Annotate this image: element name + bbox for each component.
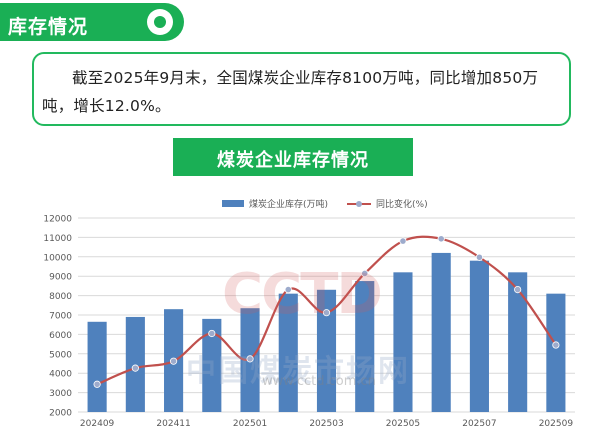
bar <box>546 293 566 412</box>
yoy-point <box>93 380 101 388</box>
bar <box>393 272 413 412</box>
yoy-point <box>552 341 560 349</box>
legend-swatch-bar <box>222 200 244 207</box>
y-tick-label: 8000 <box>49 292 72 302</box>
bar <box>87 321 107 412</box>
x-tick-label: 202505 <box>386 419 420 429</box>
y-tick-label: 2000 <box>49 409 72 419</box>
legend-label-inventory: 煤炭企业库存(万吨) <box>249 198 328 210</box>
x-tick-label: 202509 <box>539 419 574 429</box>
bar <box>508 272 528 412</box>
yoy-point <box>475 253 484 261</box>
yoy-point <box>169 357 178 365</box>
watermark-url: www.cctd.com.cn <box>262 374 376 389</box>
bar <box>469 260 489 412</box>
x-tick-label: 202409 <box>80 419 115 429</box>
yoy-point <box>437 235 445 243</box>
x-tick-label: 202507 <box>462 419 496 429</box>
y-tick-label: 5000 <box>49 350 72 360</box>
chart-title-banner: 煤炭企业库存情况 <box>173 138 413 176</box>
x-tick-label: 202501 <box>233 419 267 429</box>
yoy-point <box>131 364 139 372</box>
section-header-banner: 库存情况 <box>0 3 184 41</box>
y-tick-label: 7000 <box>49 312 72 322</box>
yoy-point <box>208 329 216 338</box>
y-tick-label: 9000 <box>49 273 72 283</box>
x-tick-label: 202411 <box>156 419 190 429</box>
summary-box: 截至2025年9月末，全国煤炭企业库存8100万吨，同比增加850万吨，增长12… <box>32 52 571 126</box>
header-circle-icon <box>147 9 173 35</box>
chart-title: 煤炭企业库存情况 <box>217 150 369 171</box>
watermark-logo: CCTD <box>222 262 383 327</box>
bar <box>125 316 145 412</box>
y-tick-label: 10000 <box>43 253 72 263</box>
legend-label-yoy: 同比变化(%) <box>376 198 428 210</box>
summary-text: 截至2025年9月末，全国煤炭企业库存8100万吨，同比增加850万吨，增长12… <box>42 69 539 115</box>
y-tick-label: 6000 <box>49 331 72 341</box>
y-tick-label: 4000 <box>49 370 72 380</box>
yoy-point <box>514 285 522 294</box>
bar <box>431 252 451 412</box>
x-tick-label: 202503 <box>309 419 343 429</box>
legend-marker <box>356 201 362 207</box>
y-tick-label: 12000 <box>43 215 72 225</box>
y-tick-label: 3000 <box>49 389 72 399</box>
yoy-point <box>399 237 407 245</box>
section-title: 库存情况 <box>8 16 89 38</box>
y-tick-label: 11000 <box>43 234 72 244</box>
